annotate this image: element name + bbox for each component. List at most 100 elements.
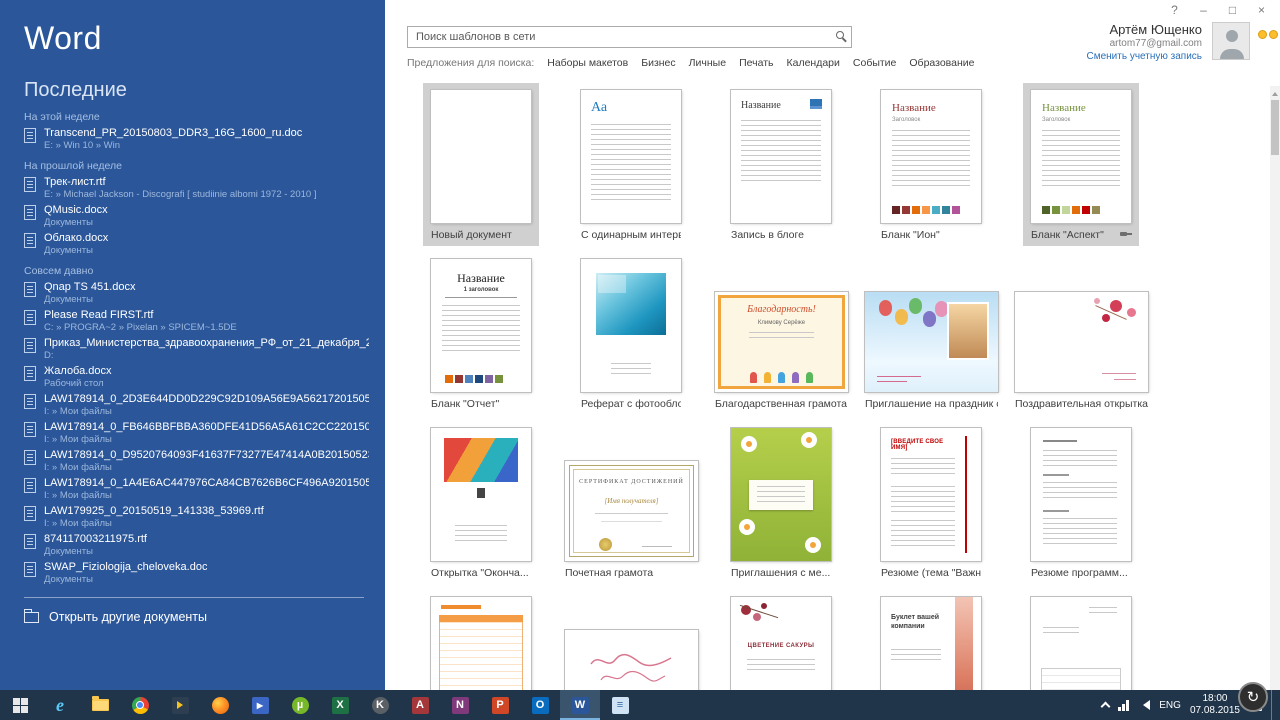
open-other-documents[interactable]: Открыть другие документы [24,597,364,624]
recent-doc-item[interactable]: LAW178914_0_2D3E644DD0D229C92D109A56E9A5… [24,393,385,417]
recent-doc-item[interactable]: Please Read FIRST.rtf C: » PROGRA~2 » Pi… [24,309,385,333]
template-card[interactable] [1023,590,1139,690]
template-cell: Буклет вашей компании [873,590,1023,690]
search-suggestion-link[interactable]: Событие [853,57,897,69]
taskbar-ie-button[interactable]: e [40,690,80,720]
taskbar-powerpoint-button[interactable]: P [480,690,520,720]
template-card[interactable]: Название Заголовок Бланк "Аспект" [1023,83,1139,246]
doc-path: Документы [44,217,108,228]
recent-doc-item[interactable]: Облако.docx Документы [24,232,385,256]
template-card[interactable]: Резюме программ... [1023,421,1139,584]
template-card[interactable]: Название 1 заголовок Бланк "Отчет" [423,252,539,415]
search-suggestion-link[interactable]: Календари [786,57,839,69]
recent-doc-item[interactable]: LAW178914_0_D9520764093F41637F73277E4741… [24,449,385,473]
taskbar-kmplayer-button[interactable]: K [360,690,400,720]
document-icon [24,506,36,521]
taskbar-firefox-button[interactable] [200,690,240,720]
template-search-input[interactable] [407,26,852,48]
recent-doc-item[interactable]: Qnap TS 451.docx Документы [24,281,385,305]
doc-title: QMusic.docx [44,204,108,217]
search-suggestion-link[interactable]: Образование [909,57,974,69]
template-card[interactable]: Поздравительная открытка с... [1007,285,1156,415]
template-card[interactable]: Благодарность! Климову Серёже Благодарст… [707,285,856,415]
taskbar-word-button[interactable]: W [560,690,600,720]
volume-icon[interactable] [1138,700,1150,710]
taskbar-excel-button[interactable]: X [320,690,360,720]
recent-doc-item[interactable]: SWAP_Fiziologija_cheloveka.doc Документы [24,561,385,585]
doc-path: I: » Мои файлы [44,462,369,473]
template-card[interactable]: Название Запись в блоге [723,83,839,246]
template-card[interactable]: Реферат с фотооблож... [573,252,689,415]
taskbar-access-button[interactable]: A [400,690,440,720]
minimize-button[interactable]: – [1189,0,1218,21]
taskbar-utorrent-button[interactable]: µ [280,690,320,720]
taskbar-outlook-button[interactable]: O [520,690,560,720]
taskbar-potplayer-button[interactable] [160,690,200,720]
show-desktop-button[interactable] [1271,690,1276,720]
recent-title: Последние [24,79,385,102]
taskbar-start-button[interactable] [0,690,40,720]
doc-path: Документы [44,546,147,557]
maximize-button[interactable]: □ [1218,0,1247,21]
document-icon [24,450,36,465]
language-indicator[interactable]: ENG [1159,700,1181,711]
template-thumbnail: Название Заголовок [1031,90,1131,223]
scrollbar[interactable] [1270,86,1280,690]
document-icon [24,177,36,192]
search-suggestion-link[interactable]: Печать [739,57,773,69]
search-icon[interactable] [836,31,844,39]
scrollbar-thumb[interactable] [1271,100,1279,155]
taskbar-notepad-button[interactable]: ≡ [600,690,640,720]
template-card[interactable]: СЕРТИФИКАТ ДОСТИЖЕНИЙ [Имя получателя] П… [557,454,706,584]
sync-overlay-icon[interactable]: ↻ [1238,682,1268,712]
template-card[interactable] [557,623,706,690]
recent-doc-item[interactable]: Приказ_Министерства_здравоохранения_РФ_о… [24,337,385,361]
doc-title: LAW179925_0_20150519_141338_53969.rtf [44,505,264,518]
recent-doc-item[interactable]: LAW179925_0_20150519_141338_53969.rtf I:… [24,505,385,529]
help-button[interactable]: ? [1160,0,1189,21]
taskbar-chrome-button[interactable] [120,690,160,720]
recent-doc-item[interactable]: Transcend_PR_20150803_DDR3_16G_1600_ru.d… [24,127,385,151]
thumb-name: Климову Серёже [715,320,848,326]
tray-expand-icon[interactable] [1101,702,1111,712]
network-icon[interactable] [1118,700,1129,711]
recent-doc-item[interactable]: Жалоба.docx Рабочий стол [24,365,385,389]
scroll-up-arrow-icon[interactable] [1272,89,1278,96]
recent-doc-item[interactable]: LAW178914_0_1A4E6AC447976CA84CB7626B6CF4… [24,477,385,501]
recent-doc-item[interactable]: 874117003211975.rtf Документы [24,533,385,557]
template-thumbnail: Буклет вашей компании [881,597,981,690]
search-suggestion-link[interactable]: Наборы макетов [547,57,628,69]
search-suggestion-link[interactable]: Личные [689,57,726,69]
template-card[interactable] [423,590,539,690]
smiley-icon[interactable] [1269,30,1278,39]
template-card[interactable]: Приглашение на праздник с... [857,285,1006,415]
template-card[interactable]: Новый документ [423,83,539,246]
close-button[interactable]: × [1247,0,1276,21]
recent-doc-item[interactable]: Трек-лист.rtf E: » Michael Jackson - Dis… [24,176,385,200]
template-card[interactable]: Название Заголовок Бланк "Ион" [873,83,989,246]
taskbar-clock[interactable]: 18:00 07.08.2015 [1190,693,1240,718]
template-card[interactable]: [ВВЕДИТЕ СВОЕ ИМЯ] Резюме (тема "Важн... [873,421,989,584]
pin-icon[interactable] [1120,229,1133,239]
account-info: Артём Ющенко artom77@gmail.com Сменить у… [1086,22,1250,62]
template-card[interactable]: Приглашения с ме... [723,421,839,584]
template-cell: СЕРТИФИКАТ ДОСТИЖЕНИЙ [Имя получателя] П… [573,454,723,584]
taskbar-explorer-button[interactable] [80,690,120,720]
smiley-icon[interactable] [1258,30,1267,39]
template-row: Открытка "Оконча... СЕРТИФИКАТ ДОСТИЖЕНИ… [423,421,1280,584]
search-suggestion-link[interactable]: Бизнес [641,57,675,69]
template-label: Приглашение на праздник с... [865,398,998,411]
avatar[interactable] [1212,22,1250,60]
taskbar-onenote-button[interactable]: N [440,690,480,720]
recent-doc-item[interactable]: QMusic.docx Документы [24,204,385,228]
taskbar-films-button[interactable]: ▶ [240,690,280,720]
template-card[interactable]: ЦВЕТЕНИЕ САКУРЫ [723,590,839,690]
recent-doc-item[interactable]: LAW178914_0_FB646BBFBBA360DFE41D56A5A61C… [24,421,385,445]
switch-account-link[interactable]: Сменить учетную запись [1086,51,1202,62]
template-card[interactable]: Открытка "Оконча... [423,421,539,584]
template-card[interactable]: Аа С одинарным интерв... [573,83,689,246]
template-thumbnail [431,90,531,223]
template-card[interactable]: Буклет вашей компании [873,590,989,690]
doc-path: E: » Win 10 » Win [44,140,302,151]
template-cell: Резюме программ... [1023,421,1173,584]
